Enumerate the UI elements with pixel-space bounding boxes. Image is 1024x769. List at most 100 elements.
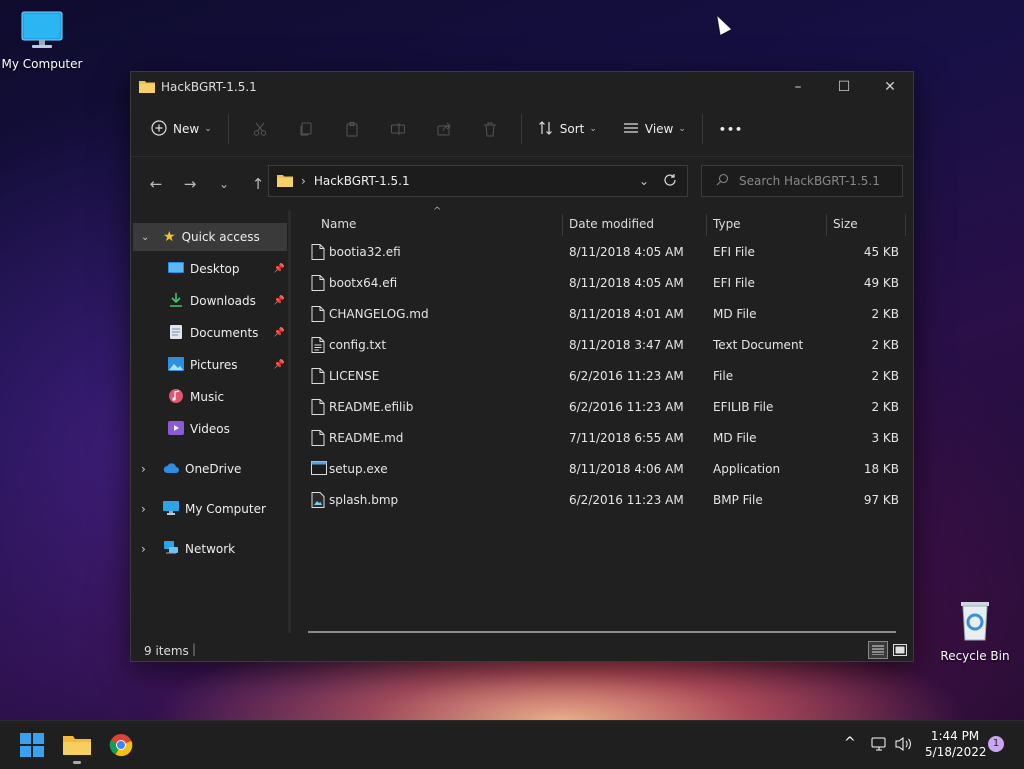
file-icon xyxy=(311,368,325,387)
file-icon xyxy=(311,430,325,449)
file-icon xyxy=(311,399,325,418)
delete-icon[interactable] xyxy=(474,113,506,145)
new-button[interactable]: New ⌄ xyxy=(143,113,220,145)
file-row[interactable]: README.efilib 6/2/2016 11:23 AM EFILIB Fil… xyxy=(291,392,915,423)
sidebar-item-downloads[interactable]: Downloads 📌 xyxy=(133,287,287,315)
pin-icon: 📌 xyxy=(273,328,285,338)
recent-locations-chevron-icon[interactable]: ⌄ xyxy=(209,169,239,199)
cloud-icon xyxy=(163,462,179,477)
file-size: 3 KB xyxy=(871,431,899,445)
sidebar-item-documents[interactable]: Documents 📌 xyxy=(133,319,287,347)
monitor-icon xyxy=(0,10,84,53)
new-label: New xyxy=(173,122,200,136)
file-size: 49 KB xyxy=(863,276,899,290)
close-button[interactable]: ✕ xyxy=(867,72,913,102)
desktop-icon-my-computer[interactable]: My Computer xyxy=(0,10,84,71)
file-row[interactable]: LICENSE 6/2/2016 11:23 AM File 2 KB xyxy=(291,361,915,392)
cut-icon[interactable] xyxy=(244,113,276,145)
address-history-chevron-icon[interactable]: ⌄ xyxy=(639,174,649,188)
sidebar-item-label: Downloads xyxy=(190,294,256,308)
column-separator[interactable] xyxy=(562,214,563,236)
file-row[interactable]: setup.exe 8/11/2018 4:06 AM Application 18 … xyxy=(291,454,915,485)
sidebar-item-pictures[interactable]: Pictures 📌 xyxy=(133,351,287,379)
file-row[interactable]: config.txt 8/11/2018 3:47 AM Text Document… xyxy=(291,330,915,361)
column-separator[interactable] xyxy=(826,214,827,236)
sidebar-item-desktop[interactable]: Desktop 📌 xyxy=(133,255,287,283)
file-icon xyxy=(311,275,325,294)
sidebar-item-label: OneDrive xyxy=(185,462,242,476)
file-icon xyxy=(311,244,325,263)
status-divider: | xyxy=(192,642,197,656)
minimize-button[interactable]: – xyxy=(775,72,821,102)
taskbar-file-explorer[interactable] xyxy=(63,733,91,764)
toolbar-divider xyxy=(520,114,522,144)
sort-button[interactable]: Sort ⌄ xyxy=(530,113,605,145)
notification-badge[interactable]: 1 xyxy=(988,736,1004,752)
chevron-right-icon: › xyxy=(141,462,146,476)
sidebar-item-videos[interactable]: Videos xyxy=(133,415,287,443)
view-button[interactable]: View ⌄ xyxy=(615,113,694,145)
chevron-right-icon: › xyxy=(301,174,306,188)
file-size: 45 KB xyxy=(863,245,899,259)
clock[interactable]: 1:44 PM 5/18/2022 xyxy=(925,729,987,759)
item-count: 9 items xyxy=(144,644,189,658)
rename-icon[interactable] xyxy=(382,113,414,145)
toolbar-divider xyxy=(227,114,229,144)
forward-arrow-icon[interactable]: → xyxy=(175,169,205,199)
volume-icon[interactable] xyxy=(895,736,913,755)
maximize-button[interactable]: ☐ xyxy=(821,72,867,102)
file-date: 8/11/2018 4:01 AM xyxy=(569,307,684,321)
address-bar[interactable]: › HackBGRT-1.5.1 ⌄ xyxy=(268,165,688,197)
file-name: setup.exe xyxy=(329,462,388,476)
column-header-name[interactable]: Name xyxy=(321,217,356,231)
file-row[interactable]: CHANGELOG.md 8/11/2018 4:01 AM MD File 2 KB xyxy=(291,299,915,330)
file-size: 2 KB xyxy=(871,338,899,352)
file-row[interactable]: README.md 7/11/2018 6:55 AM MD File 3 KB xyxy=(291,423,915,454)
file-size: 2 KB xyxy=(871,369,899,383)
video-icon xyxy=(168,420,184,438)
column-separator[interactable] xyxy=(706,214,707,236)
column-separator[interactable] xyxy=(905,214,906,236)
title-bar[interactable]: HackBGRT-1.5.1 – ☐ ✕ xyxy=(131,72,913,102)
file-name: LICENSE xyxy=(329,369,380,383)
address-path: HackBGRT-1.5.1 xyxy=(313,174,410,188)
column-header-date[interactable]: Date modified xyxy=(569,217,654,231)
show-hidden-icons-chevron-icon[interactable]: ^ xyxy=(844,735,856,751)
refresh-icon[interactable] xyxy=(663,173,677,190)
copy-icon[interactable] xyxy=(290,113,322,145)
taskbar-chrome[interactable] xyxy=(109,733,133,761)
sidebar-item-network[interactable]: › Network xyxy=(133,535,287,563)
file-row[interactable]: bootia32.efi 8/11/2018 4:05 AM EFI File 45 … xyxy=(291,237,915,268)
column-header-size[interactable]: Size xyxy=(833,217,858,231)
monitor-icon xyxy=(163,500,179,518)
large-icons-view-toggle[interactable] xyxy=(890,641,910,659)
file-row[interactable]: splash.bmp 6/2/2016 11:23 AM BMP File 97 KB xyxy=(291,485,915,516)
column-header-type[interactable]: Type xyxy=(713,217,741,231)
paste-icon[interactable] xyxy=(336,113,368,145)
network-status-icon[interactable] xyxy=(871,736,889,755)
start-button[interactable] xyxy=(20,733,44,761)
back-arrow-icon[interactable]: ← xyxy=(141,169,171,199)
sidebar-item-quick-access[interactable]: ⌄ ★ Quick access xyxy=(133,223,287,251)
windows-logo-icon xyxy=(20,733,44,757)
file-row[interactable]: bootx64.efi 8/11/2018 4:05 AM EFI File 49 K… xyxy=(291,268,915,299)
share-icon[interactable] xyxy=(428,113,460,145)
desktop-icon-recycle-bin[interactable]: Recycle Bin xyxy=(933,598,1017,663)
horizontal-scrollbar[interactable] xyxy=(308,631,896,633)
file-name: bootx64.efi xyxy=(329,276,398,290)
folder-icon xyxy=(63,736,91,755)
chevron-down-icon: ⌄ xyxy=(678,124,686,134)
search-box[interactable]: Search HackBGRT-1.5.1 xyxy=(701,165,903,197)
sidebar-item-onedrive[interactable]: › OneDrive xyxy=(133,455,287,483)
picture-icon xyxy=(168,356,184,374)
desktop-icon-label: Recycle Bin xyxy=(940,649,1010,663)
sidebar-item-my-computer[interactable]: › My Computer xyxy=(133,495,287,523)
navigation-pane: ⌄ ★ Quick access Desktop 📌 Downloads 📌 D… xyxy=(131,210,287,633)
details-view-toggle[interactable] xyxy=(868,641,888,659)
folder-icon xyxy=(277,173,293,190)
sidebar-item-music[interactable]: Music xyxy=(133,383,287,411)
toolbar-divider xyxy=(701,114,703,144)
music-icon xyxy=(168,388,184,406)
pin-icon: 📌 xyxy=(273,296,285,306)
more-options-button[interactable]: ••• xyxy=(711,113,751,145)
